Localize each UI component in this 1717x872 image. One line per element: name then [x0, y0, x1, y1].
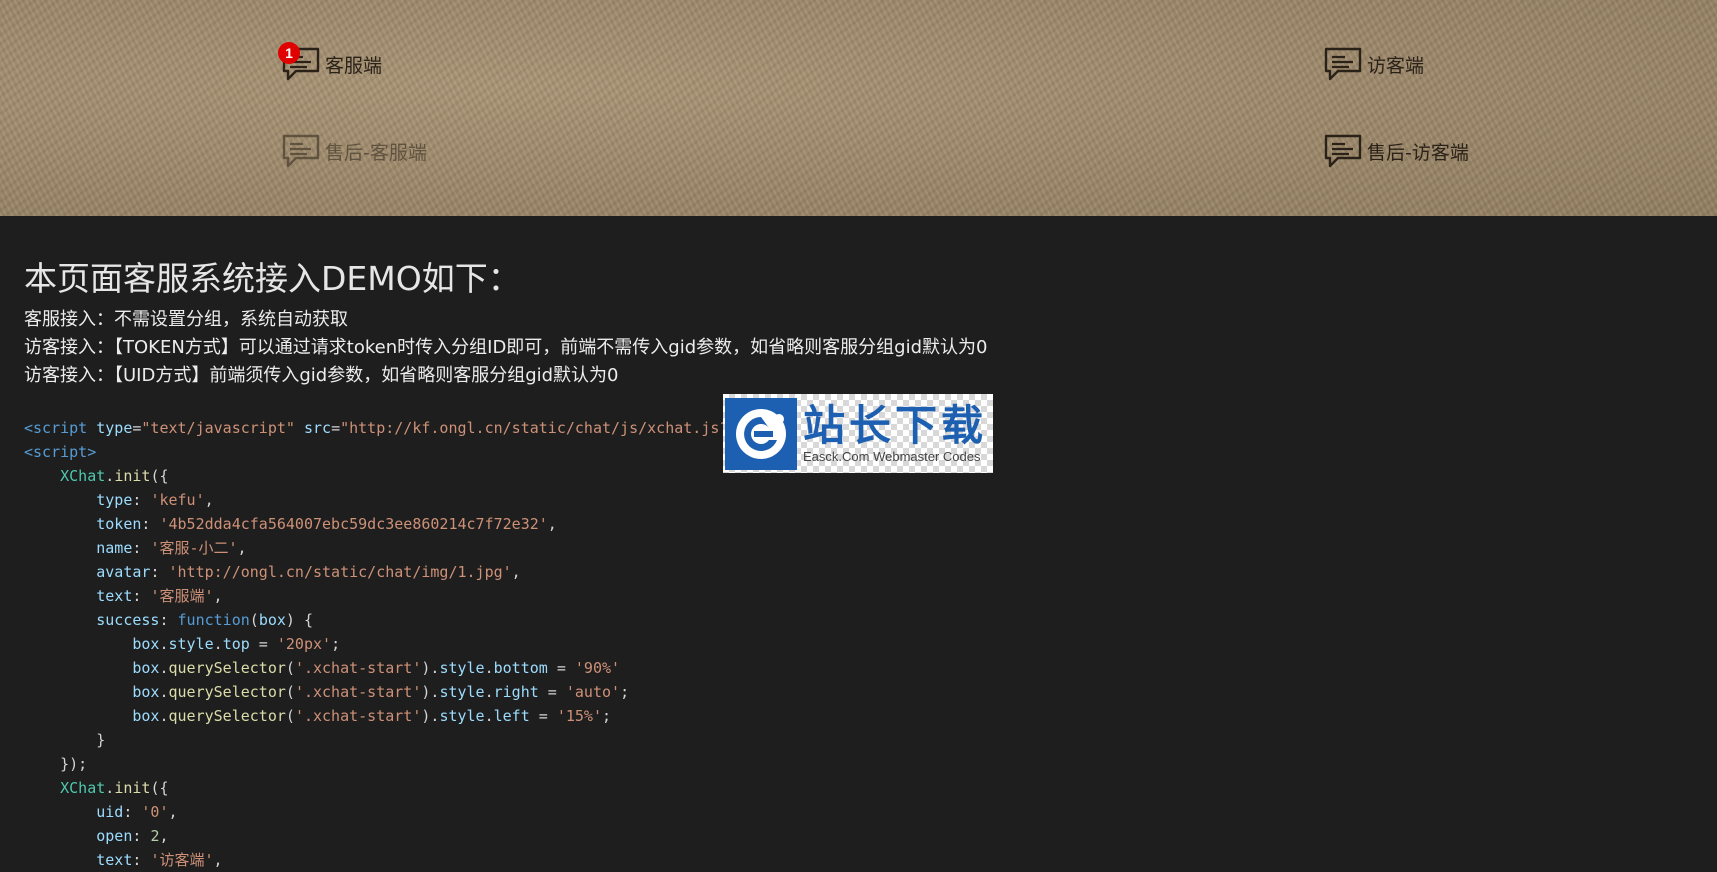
chat-bubble-icon: [281, 133, 321, 169]
page-heading: 本页面客服系统接入DEMO如下：: [24, 259, 521, 298]
kefu-entry-label: 客服端: [325, 54, 383, 77]
note-kefu: 客服接入：不需设置分组，系统自动获取: [24, 309, 348, 330]
avatar-value: 'http://ongl.cn/static/chat/img/1.jpg': [168, 563, 512, 581]
easck-logo-icon: [725, 397, 797, 470]
text-value-visitor: '访客端': [150, 851, 214, 869]
watermark-badge: 站长下载 Easck.Com Webmaster Codes: [723, 394, 993, 473]
main-content: 本页面客服系统接入DEMO如下： 客服接入：不需设置分组，系统自动获取 访客接入…: [24, 258, 1694, 872]
note-visitor-token: 访客接入：【TOKEN方式】可以通过请求token时传入分组ID即可，前端不需传…: [24, 337, 988, 358]
watermark-subtitle: Easck.Com Webmaster Codes: [803, 448, 981, 464]
bottom-value: '90%': [574, 659, 621, 677]
left-value: '15%': [556, 707, 602, 725]
aftersale-kefu-entry-label: 售后-客服端: [325, 141, 427, 164]
right-value: 'auto': [565, 683, 621, 701]
note-visitor-uid: 访客接入：【UID方式】前端须传入gid参数，如省略则客服分组gid默认为0: [24, 365, 619, 386]
aftersale-visitor-entry-label: 售后-访客端: [1367, 141, 1469, 164]
top-value: '20px': [276, 635, 332, 653]
watermark-title: 站长下载: [803, 400, 988, 450]
open-value: 2: [150, 827, 160, 845]
visitor-entry-label: 访客端: [1367, 54, 1425, 77]
name-value: '客服-小二': [150, 539, 238, 557]
visitor-entry[interactable]: 访客端: [1323, 46, 1424, 82]
aftersale-visitor-entry[interactable]: 售后-访客端: [1323, 133, 1469, 169]
chat-bubble-icon: [1323, 46, 1363, 82]
chat-bubble-icon: 1: [278, 42, 321, 82]
text-value-kefu: '客服端': [150, 587, 214, 605]
header-bar: 1 客服端 访客端 售后-客服端 售后-访客端: [0, 0, 1717, 216]
kefu-entry[interactable]: 1 客服端: [278, 42, 383, 82]
uid-value: '0': [141, 803, 169, 821]
code-block: <script type="text/javascript" src="http…: [24, 419, 738, 869]
script-src: "http://kf.ongl.cn/static/chat/js/xchat.…: [340, 419, 738, 437]
token-value: '4b52dda4cfa564007ebc59dc3ee860214c7f72e…: [159, 515, 548, 533]
aftersale-kefu-entry[interactable]: 售后-客服端: [281, 133, 427, 169]
unread-badge: 1: [278, 42, 300, 64]
chat-bubble-icon: [1323, 133, 1363, 169]
